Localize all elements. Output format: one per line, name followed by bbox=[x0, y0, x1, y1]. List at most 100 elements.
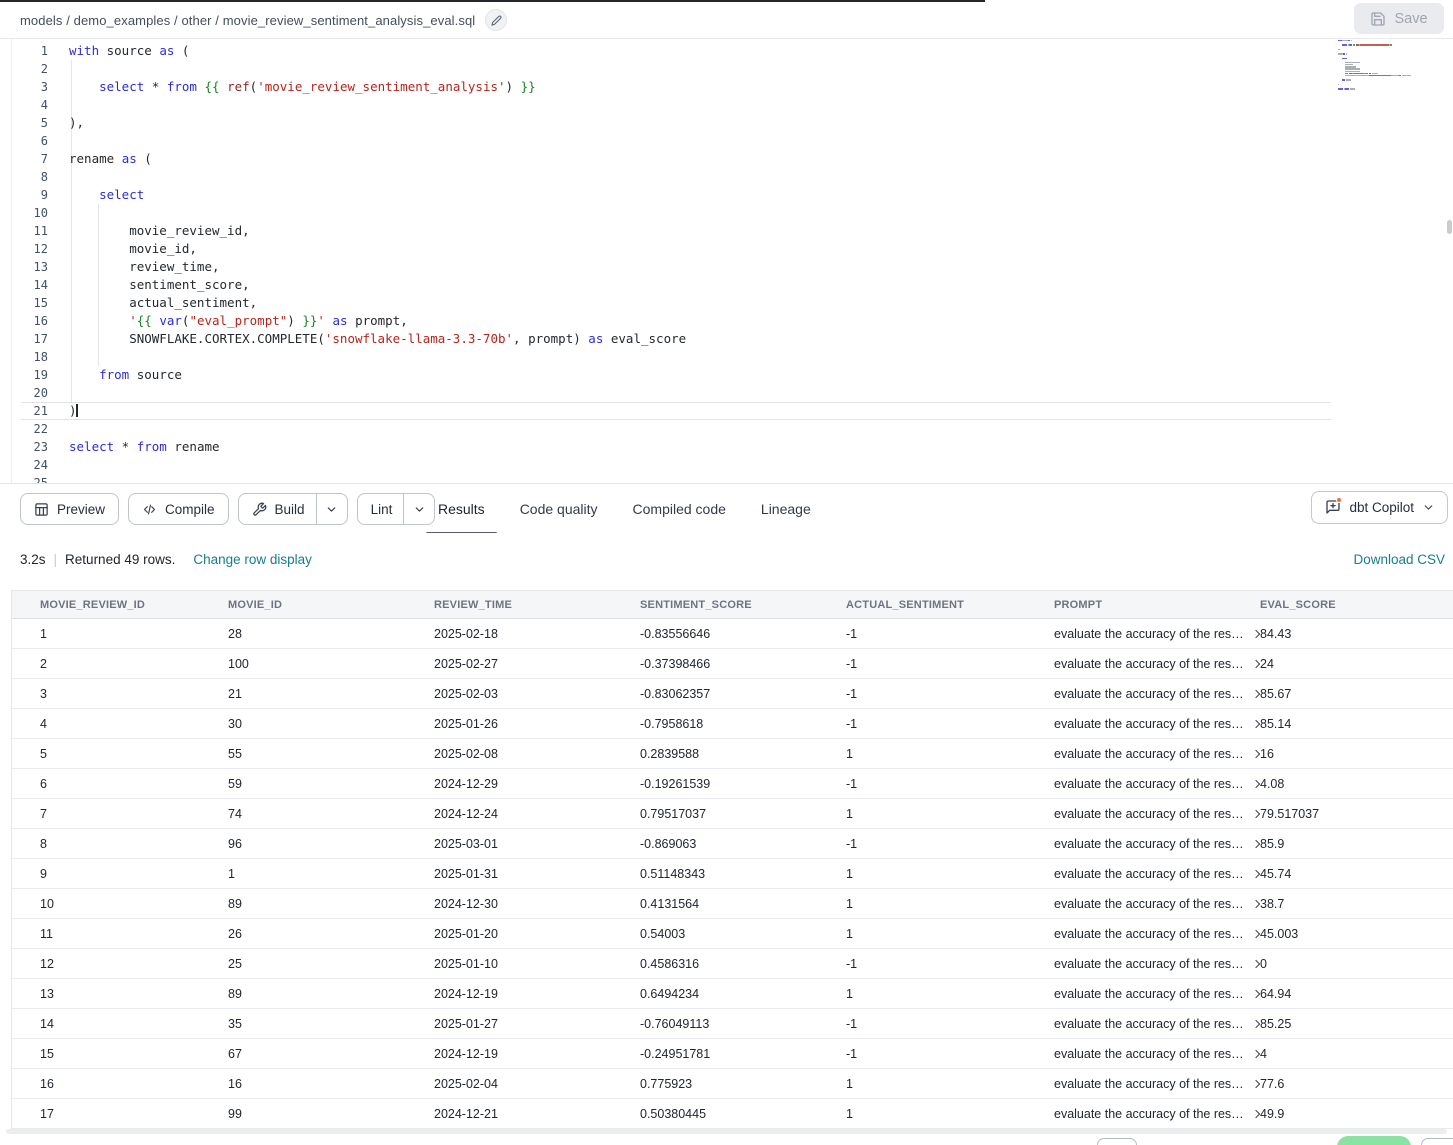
code-line[interactable] bbox=[69, 60, 686, 78]
cell-value: 89 bbox=[228, 987, 242, 1001]
code-line[interactable]: review_time, bbox=[69, 258, 686, 276]
table-row: 4302025-01-26-0.7958618-1evaluate the ac… bbox=[12, 709, 1453, 739]
cell: -1 bbox=[846, 717, 1054, 731]
compile-button[interactable]: Compile bbox=[128, 493, 229, 525]
cell: 2025-02-03 bbox=[434, 687, 640, 701]
code-line[interactable]: SNOWFLAKE.CORTEX.COMPLETE('snowflake-lla… bbox=[69, 330, 686, 348]
code-line[interactable]: rename as ( bbox=[69, 150, 686, 168]
expand-cell-icon[interactable] bbox=[1251, 839, 1260, 849]
tab-code-quality[interactable]: Code quality bbox=[508, 484, 610, 534]
build-button[interactable]: Build bbox=[239, 494, 316, 524]
code-line[interactable]: ), bbox=[69, 114, 686, 132]
code-line[interactable] bbox=[69, 96, 686, 114]
expand-cell-icon[interactable] bbox=[1251, 719, 1260, 729]
cell-value: 2025-02-03 bbox=[434, 687, 498, 701]
cell-value: evaluate the accuracy of the res… bbox=[1054, 627, 1244, 641]
code-line[interactable]: ) bbox=[69, 402, 686, 420]
sql-editor[interactable]: 1234567891011121314151617181920212223242… bbox=[11, 39, 1453, 483]
code-line[interactable] bbox=[69, 384, 686, 402]
header-cell: ACTUAL_SENTIMENT bbox=[846, 599, 1054, 611]
expand-cell-icon[interactable] bbox=[1251, 989, 1260, 999]
cutoff-button[interactable] bbox=[1097, 1138, 1137, 1145]
cell: 49.9 bbox=[1260, 1107, 1453, 1121]
expand-cell-icon[interactable] bbox=[1251, 869, 1260, 879]
horizontal-scrollbar[interactable] bbox=[6, 1129, 1447, 1134]
code-line[interactable]: select bbox=[69, 186, 686, 204]
tab-compiled-code[interactable]: Compiled code bbox=[621, 484, 738, 534]
code-line[interactable] bbox=[69, 420, 686, 438]
expand-cell-icon[interactable] bbox=[1251, 1019, 1260, 1029]
header-cell: MOVIE_REVIEW_ID bbox=[40, 599, 228, 611]
lint-button-label: Lint bbox=[371, 502, 393, 517]
editor-scrollbar[interactable] bbox=[1447, 220, 1452, 234]
cell: -0.869063 bbox=[640, 837, 846, 851]
expand-cell-icon[interactable] bbox=[1251, 809, 1260, 819]
preview-button[interactable]: Preview bbox=[20, 493, 119, 525]
lint-button[interactable]: Lint bbox=[358, 494, 404, 524]
line-number: 15 bbox=[12, 294, 48, 312]
expand-cell-icon[interactable] bbox=[1251, 1079, 1260, 1089]
download-csv-link[interactable]: Download CSV bbox=[1353, 552, 1445, 567]
code-lines[interactable]: with source as ( select * from {{ ref('m… bbox=[69, 42, 686, 483]
code-line[interactable]: from source bbox=[69, 366, 686, 384]
code-line[interactable]: movie_review_id, bbox=[69, 222, 686, 240]
line-number: 24 bbox=[12, 456, 48, 474]
cell: 0.6494234 bbox=[640, 987, 846, 1001]
save-button[interactable]: Save bbox=[1354, 3, 1444, 34]
tab-results[interactable]: Results bbox=[426, 484, 497, 534]
minimap[interactable] bbox=[1338, 39, 1442, 95]
cell: 100 bbox=[228, 657, 434, 671]
edit-file-badge[interactable] bbox=[485, 9, 507, 31]
expand-cell-icon[interactable] bbox=[1251, 1049, 1260, 1059]
line-number: 9 bbox=[12, 186, 48, 204]
code-line[interactable]: with source as ( bbox=[69, 42, 686, 60]
tab-label: Code quality bbox=[520, 501, 598, 517]
breadcrumb[interactable]: models / demo_examples / other / movie_r… bbox=[20, 13, 475, 28]
code-line[interactable] bbox=[69, 204, 686, 222]
cell: -0.37398466 bbox=[640, 657, 846, 671]
cell-value: 2024-12-19 bbox=[434, 987, 498, 1001]
cell: 85.25 bbox=[1260, 1017, 1453, 1031]
cell: 45.74 bbox=[1260, 867, 1453, 881]
expand-cell-icon[interactable] bbox=[1251, 749, 1260, 759]
cell: 1 bbox=[228, 867, 434, 881]
expand-cell-icon[interactable] bbox=[1251, 629, 1260, 639]
expand-cell-icon[interactable] bbox=[1251, 899, 1260, 909]
cell: 1 bbox=[846, 747, 1054, 761]
code-line[interactable]: movie_id, bbox=[69, 240, 686, 258]
cell: 89 bbox=[228, 987, 434, 1001]
code-line[interactable]: '{{ var("eval_prompt") }}' as prompt, bbox=[69, 312, 686, 330]
dbt-copilot-button[interactable]: dbt Copilot bbox=[1311, 491, 1448, 524]
code-line[interactable]: select * from {{ ref('movie_review_senti… bbox=[69, 78, 686, 96]
table-row: 17992024-12-210.503804451evaluate the ac… bbox=[12, 1099, 1453, 1129]
prompt-cell: evaluate the accuracy of the res… bbox=[1054, 837, 1260, 851]
cell-value: 2025-01-10 bbox=[434, 957, 498, 971]
code-line[interactable] bbox=[69, 456, 686, 474]
cell: 3 bbox=[40, 687, 228, 701]
cell-value: 0 bbox=[1260, 957, 1267, 971]
expand-cell-icon[interactable] bbox=[1251, 959, 1260, 969]
cell-value: -0.37398466 bbox=[640, 657, 710, 671]
expand-cell-icon[interactable] bbox=[1251, 929, 1260, 939]
table-row: 6592024-12-29-0.19261539-1evaluate the a… bbox=[12, 769, 1453, 799]
code-line[interactable]: sentiment_score, bbox=[69, 276, 686, 294]
cutoff-green-button[interactable] bbox=[1337, 1136, 1411, 1145]
prompt-cell: evaluate the accuracy of the res… bbox=[1054, 1107, 1260, 1121]
code-line[interactable] bbox=[69, 132, 686, 150]
build-split-button: Build bbox=[238, 493, 348, 525]
build-dropdown[interactable] bbox=[316, 494, 347, 524]
code-line[interactable] bbox=[69, 168, 686, 186]
expand-cell-icon[interactable] bbox=[1251, 1109, 1260, 1119]
expand-cell-icon[interactable] bbox=[1251, 659, 1260, 669]
tab-label: Results bbox=[438, 501, 485, 517]
expand-cell-icon[interactable] bbox=[1251, 779, 1260, 789]
change-row-display-link[interactable]: Change row display bbox=[193, 552, 312, 567]
cell-value: 99 bbox=[228, 1107, 242, 1121]
cutoff-button[interactable] bbox=[1421, 1138, 1453, 1145]
code-line[interactable]: actual_sentiment, bbox=[69, 294, 686, 312]
code-line[interactable] bbox=[69, 474, 686, 483]
tab-lineage[interactable]: Lineage bbox=[749, 484, 823, 534]
code-line[interactable] bbox=[69, 348, 686, 366]
code-line[interactable]: select * from rename bbox=[69, 438, 686, 456]
expand-cell-icon[interactable] bbox=[1251, 689, 1260, 699]
